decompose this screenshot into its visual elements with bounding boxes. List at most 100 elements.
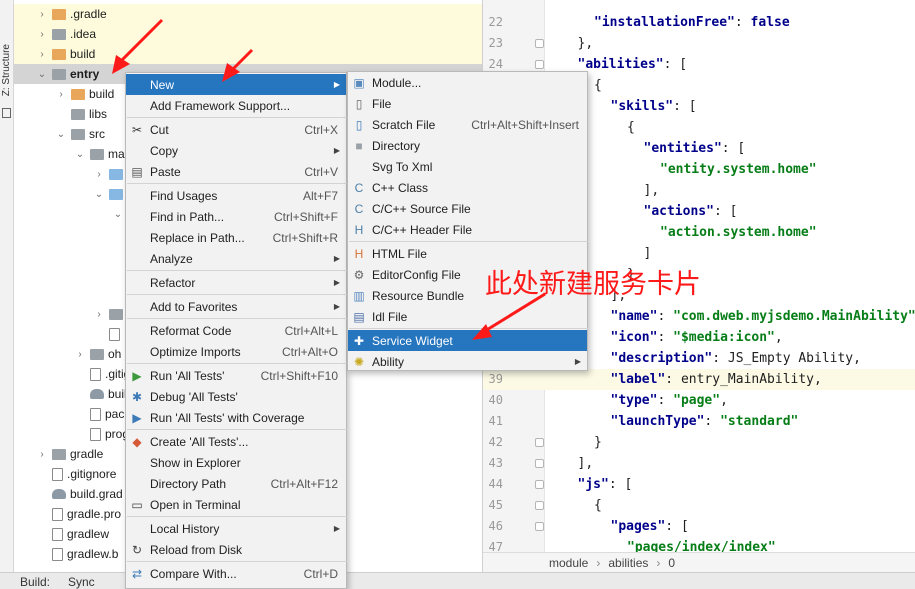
menu-item-analyze[interactable]: Analyze ▶ [126,248,346,269]
menu-separator [127,429,347,430]
menu-item-directory[interactable]: ■ Directory [348,135,587,156]
submenu-arrow-icon: ▶ [333,254,340,263]
menu-item-reload-from-disk[interactable]: ↻ Reload from Disk [126,539,346,560]
menu-item-show-in-explorer[interactable]: Show in Explorer [126,452,346,473]
expand-arrow-icon[interactable]: › [93,309,105,320]
menu-item-open-in-terminal[interactable]: ▭ Open in Terminal [126,494,346,515]
menu-item-label: Resource Bundle [372,288,465,303]
code-token: "entities" [643,141,722,156]
expand-arrow-icon[interactable]: › [74,349,86,360]
fold-marker-icon[interactable] [535,480,544,489]
sync-tab[interactable]: Sync [68,575,95,589]
menu-item-shortcut: Ctrl+Alt+O [281,344,338,359]
code-content: "entity.system.home" [660,159,817,180]
menu-item-compare-with[interactable]: ⇄ Compare With... Ctrl+D [126,563,346,584]
menu-item-new[interactable]: New ▶ [126,74,346,95]
menu-item-debug-all-tests[interactable]: ✱ Debug 'All Tests' [126,386,346,407]
code-token: "entity.system.home" [660,162,817,177]
menu-item-html-file[interactable]: H HTML File [348,243,587,264]
breadcrumb-item[interactable]: abilities [608,556,648,570]
tree-item-label: .gradle [70,7,107,21]
expand-arrow-icon[interactable]: › [93,169,105,180]
menu-item-c-c-header-file[interactable]: H C/C++ Header File [348,219,587,240]
menu-item-shortcut: Ctrl+Shift+F10 [260,368,338,383]
expand-arrow-icon[interactable]: ⌄ [93,189,105,200]
expand-arrow-icon[interactable]: › [36,49,48,60]
menu-item-find-usages[interactable]: Find Usages Alt+F7 [126,185,346,206]
menu-item-run-all-tests[interactable]: ▶ Run 'All Tests' Ctrl+Shift+F10 [126,365,346,386]
menu-item-run-all-tests-with-coverage[interactable]: ▶ Run 'All Tests' with Coverage [126,407,346,428]
menu-item-shortcut: Alt+F7 [302,188,338,203]
menu-item-c-c-source-file[interactable]: C C/C++ Source File [348,198,587,219]
menu-item-c-class[interactable]: C C++ Class [348,177,587,198]
code-line[interactable]: 42} [483,432,915,453]
menu-item-label: Directory [372,138,421,153]
fold-marker-icon[interactable] [535,459,544,468]
expand-arrow-icon[interactable]: ⌄ [55,129,67,140]
code-line[interactable]: 44 "js": [ [483,474,915,495]
menu-item-replace-in-path[interactable]: Replace in Path... Ctrl+Shift+R [126,227,346,248]
tree-row[interactable]: › build [14,44,482,64]
code-content: "pages/index/index" [627,537,776,552]
code-line[interactable]: 22 "installationFree": false [483,12,915,33]
code-line[interactable]: 45 { [483,495,915,516]
menu-item-module[interactable]: ▣ Module... [348,72,587,93]
menu-item-paste[interactable]: ▤ Paste Ctrl+V [126,161,346,182]
menu-item-label: Local History [150,521,220,536]
menu-item-file[interactable]: ▯ File [348,93,587,114]
fold-marker-icon[interactable] [535,39,544,48]
fold-marker-icon[interactable] [535,60,544,69]
code-line[interactable]: 41 "launchType": "standard" [483,411,915,432]
code-line[interactable]: 39 "label": entry_MainAbility, [483,369,915,390]
code-token: : [657,330,674,345]
menu-item-add-to-favorites[interactable]: Add to Favorites ▶ [126,296,346,317]
build-tab[interactable]: Build: [20,575,50,589]
expand-arrow-icon[interactable]: ⌄ [36,69,48,80]
code-line[interactable]: 46 "pages": [ [483,516,915,537]
resource-bundle-icon: ▥ [353,288,365,303]
expand-arrow-icon[interactable]: ⌄ [74,149,86,160]
menu-item-label: Paste [150,164,181,179]
menu-item-directory-path[interactable]: Directory Path Ctrl+Alt+F12 [126,473,346,494]
menu-item-label: Replace in Path... [150,230,245,245]
menu-item-copy[interactable]: Copy ▶ [126,140,346,161]
menu-item-service-widget[interactable]: ✚ Service Widget [348,330,587,351]
tree-row[interactable]: › .gradle [14,4,482,24]
code-line[interactable]: 23}, [483,33,915,54]
menu-item-reformat-code[interactable]: Reformat Code Ctrl+Alt+L [126,320,346,341]
menu-item-label: Idl File [372,309,408,324]
tree-row[interactable]: › .idea [14,24,482,44]
expand-arrow-icon[interactable]: › [36,449,48,460]
menu-item-cut[interactable]: ✂ Cut Ctrl+X [126,119,346,140]
menu-item-scratch-file[interactable]: ▯ Scratch File Ctrl+Alt+Shift+Insert [348,114,587,135]
submenu-arrow-icon: ▶ [574,357,581,366]
menu-item-ability[interactable]: ✺ Ability ▶ [348,351,587,372]
create-config-icon: ◆ [132,434,142,449]
menu-item-create-all-tests[interactable]: ◆ Create 'All Tests'... [126,431,346,452]
menu-item-refactor[interactable]: Refactor ▶ [126,272,346,293]
code-content: "description": JS_Empty Ability, [611,348,861,369]
menu-item-label: Cut [150,122,169,137]
breadcrumb-item[interactable]: module [549,556,588,570]
structure-tab[interactable]: Z: Structure [1,44,13,96]
breadcrumb-item[interactable]: 0 [668,556,675,570]
expand-arrow-icon[interactable]: › [36,29,48,40]
menu-item-optimize-imports[interactable]: Optimize Imports Ctrl+Alt+O [126,341,346,362]
file-icon [52,547,63,561]
expand-arrow-icon[interactable]: › [36,9,48,20]
fold-marker-icon[interactable] [535,438,544,447]
menu-item-svg-to-xml[interactable]: Svg To Xml [348,156,587,177]
code-token: "pages" [610,519,666,534]
code-line[interactable]: 40 "type": "page", [483,390,915,411]
code-line[interactable]: 47 "pages/index/index" [483,537,915,552]
code-line[interactable]: 43], [483,453,915,474]
code-content: ], [578,453,594,474]
fold-marker-icon[interactable] [535,501,544,510]
expand-arrow-icon[interactable]: › [55,89,67,100]
menu-item-idl-file[interactable]: ▤ Idl File [348,306,587,327]
fold-marker-icon[interactable] [535,522,544,531]
menu-item-add-framework-support[interactable]: Add Framework Support... [126,95,346,116]
menu-item-find-in-path[interactable]: Find in Path... Ctrl+Shift+F [126,206,346,227]
expand-arrow-icon[interactable]: ⌄ [112,209,124,220]
menu-item-local-history[interactable]: Local History ▶ [126,518,346,539]
